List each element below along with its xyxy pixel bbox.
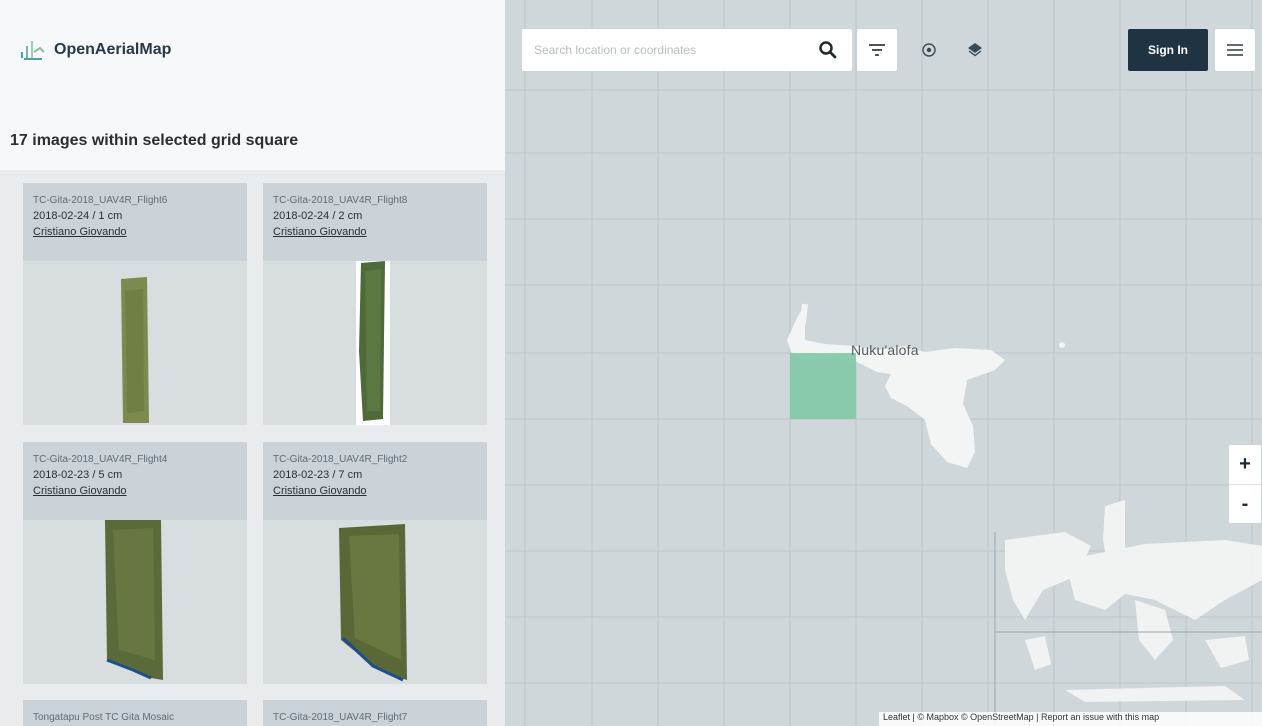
card-title: TC-Gita-2018_UAV4R_Flight2	[273, 454, 408, 465]
card-author-link[interactable]: Cristiano Giovando	[33, 226, 127, 238]
locate-button[interactable]	[909, 29, 949, 71]
app-name: OpenAerialMap	[54, 41, 172, 58]
locate-icon	[922, 43, 936, 57]
menu-button[interactable]	[1215, 29, 1255, 71]
card-date-resolution: 2018-02-23 / 7 cm	[273, 469, 363, 481]
card-author-link[interactable]: Cristiano Giovando	[273, 226, 367, 238]
search-input[interactable]	[534, 43, 814, 57]
map-attribution[interactable]: Leaflet | © Mapbox © OpenStreetMap | Rep…	[879, 712, 1262, 726]
map-city-label: Nuku'alofa	[851, 342, 919, 358]
map-view[interactable]: Nuku'alofa Search location or coordinate…	[505, 0, 1262, 726]
card-title: TC-Gita-2018_UAV4R_Flight8	[273, 195, 408, 206]
app-root: OpenAerialMap 17 images within selected …	[0, 0, 1262, 726]
card-author-link[interactable]: Cristiano Giovando	[33, 485, 127, 497]
results-grid: TC-Gita-2018_UAV4R_Flight6 2018-02-24 / …	[0, 170, 505, 726]
filter-icon	[869, 44, 885, 56]
card-title: TC-Gita-2018_UAV4R_Flight4	[33, 454, 168, 465]
card-title: Tongatapu Post TC Gita Mosaic	[33, 712, 174, 723]
card-thumbnail	[23, 520, 247, 684]
layers-button[interactable]	[955, 29, 995, 71]
card-thumbnail	[23, 261, 247, 425]
card-thumbnail	[263, 520, 487, 684]
card-date-resolution: 2018-02-24 / 1 cm	[33, 210, 123, 222]
result-card[interactable]: Tongatapu Post TC Gita Mosaic	[23, 700, 247, 726]
card-date-resolution: 2018-02-24 / 2 cm	[273, 210, 363, 222]
results-title: 17 images within selected grid square	[10, 132, 299, 149]
sign-in-button[interactable]: Sign In	[1128, 29, 1208, 71]
card-title: TC-Gita-2018_UAV4R_Flight6	[33, 195, 168, 206]
world-overview	[994, 500, 1262, 726]
card-date-resolution: 2018-02-23 / 5 cm	[33, 469, 123, 481]
map-canvas[interactable]	[505, 0, 1262, 726]
zoom-control: + -	[1229, 445, 1261, 523]
result-card[interactable]: TC-Gita-2018_UAV4R_Flight6 2018-02-24 / …	[23, 183, 247, 425]
sidebar: OpenAerialMap 17 images within selected …	[0, 0, 505, 726]
card-thumbnail	[263, 261, 487, 425]
selected-grid-square	[790, 353, 856, 419]
result-card[interactable]: TC-Gita-2018_UAV4R_Flight2 2018-02-23 / …	[263, 442, 487, 684]
layers-icon	[968, 43, 982, 57]
result-card[interactable]: TC-Gita-2018_UAV4R_Flight7	[263, 700, 487, 726]
menu-icon	[1227, 44, 1243, 56]
zoom-in-button[interactable]: +	[1229, 445, 1261, 484]
search-bar	[522, 29, 852, 71]
search-icon[interactable]	[818, 40, 838, 60]
brand[interactable]: OpenAerialMap	[20, 38, 171, 62]
result-card[interactable]: TC-Gita-2018_UAV4R_Flight4 2018-02-23 / …	[23, 442, 247, 684]
logo-icon	[21, 41, 45, 60]
result-card[interactable]: TC-Gita-2018_UAV4R_Flight8 2018-02-24 / …	[263, 183, 487, 425]
filter-button[interactable]	[857, 29, 897, 71]
card-author-link[interactable]: Cristiano Giovando	[273, 485, 367, 497]
card-title: TC-Gita-2018_UAV4R_Flight7	[273, 712, 408, 723]
zoom-out-button[interactable]: -	[1229, 484, 1261, 523]
